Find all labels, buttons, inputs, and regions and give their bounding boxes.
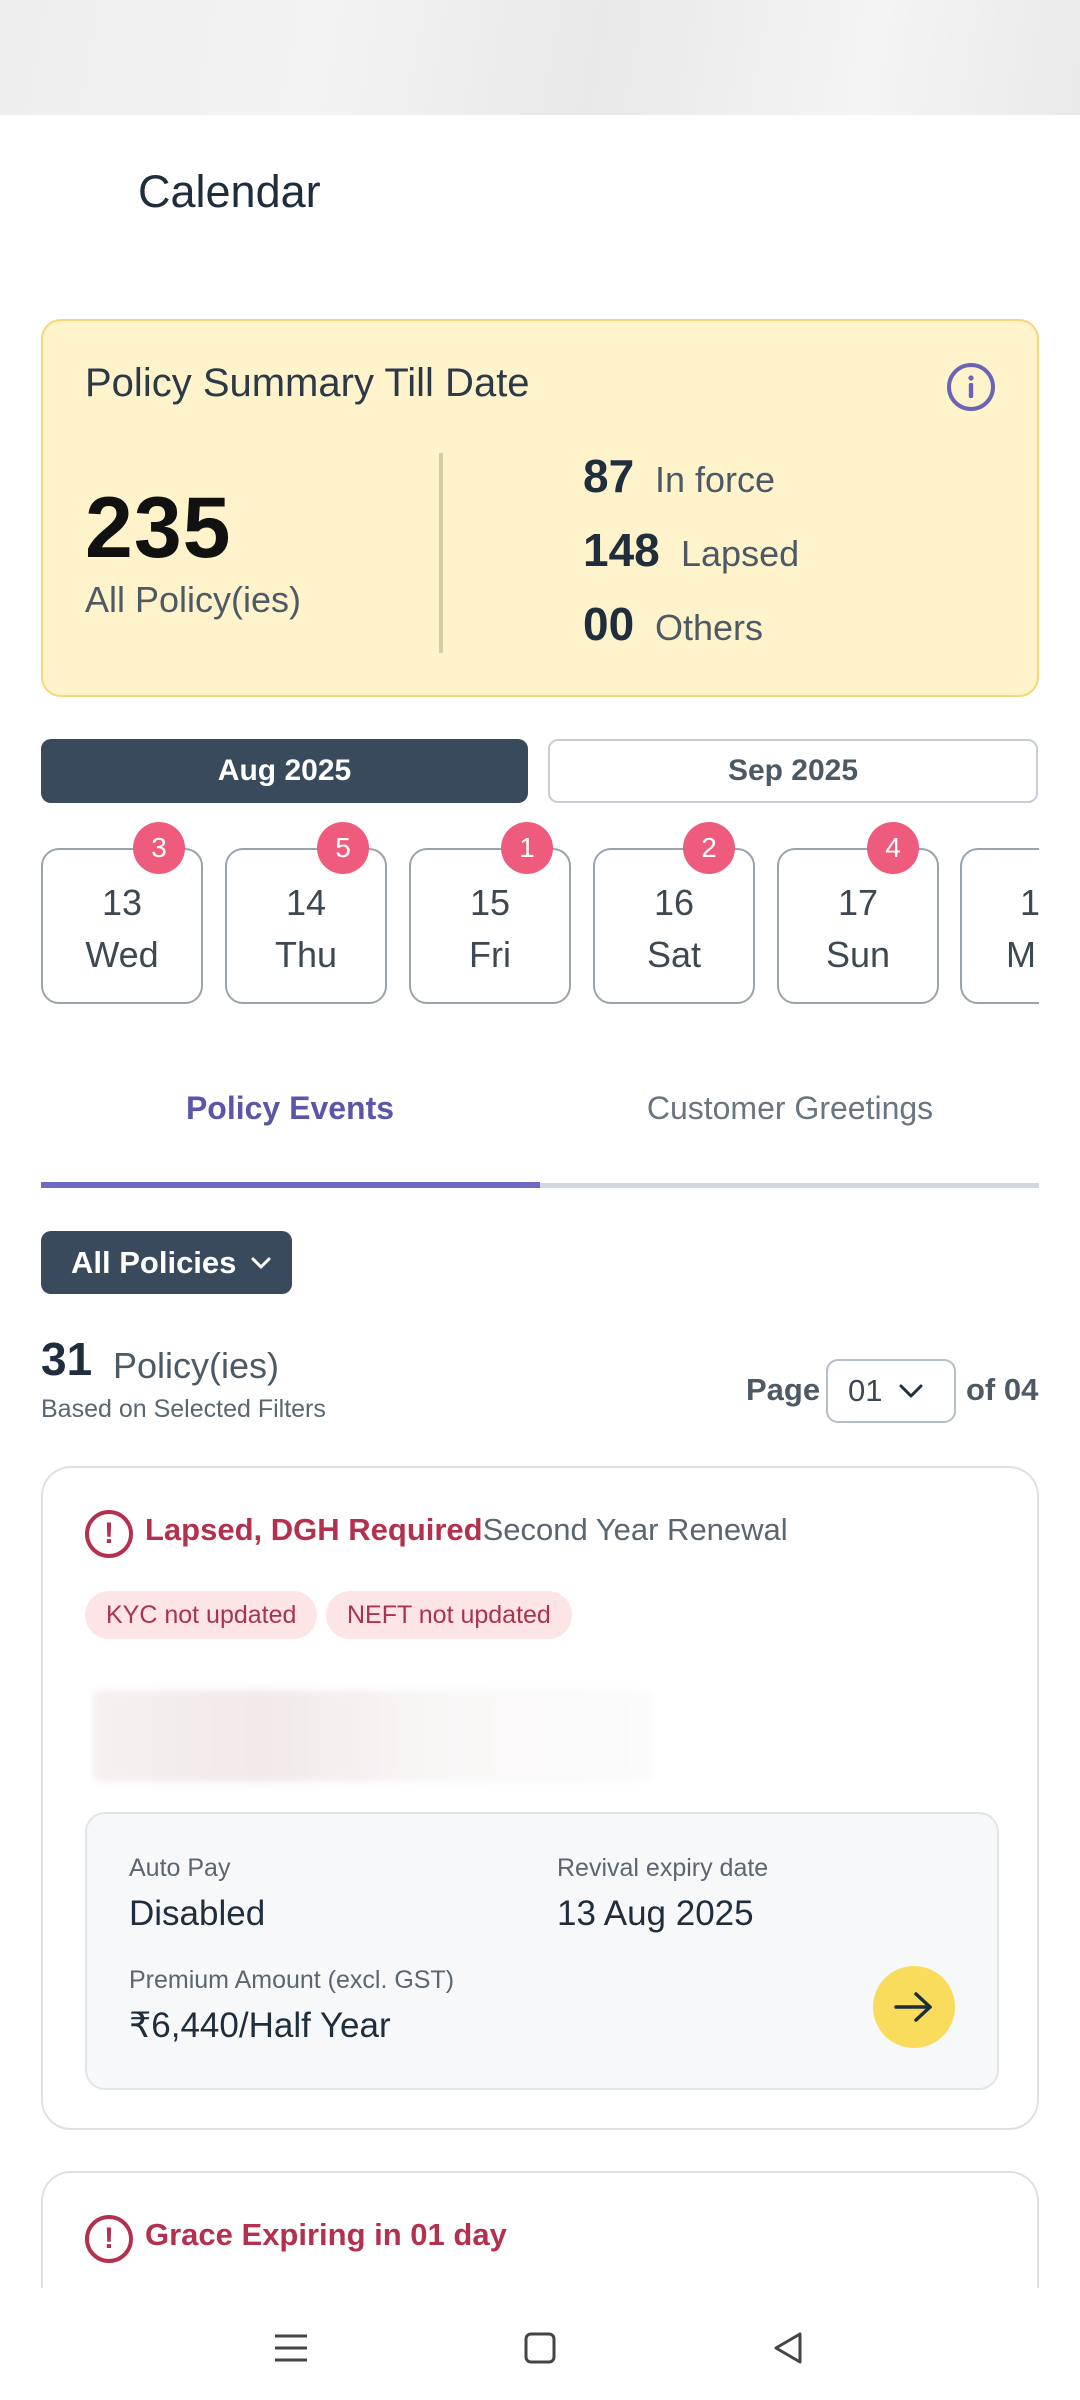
stat-label: In force	[655, 459, 776, 500]
stat-in-force: 87 In force	[583, 449, 775, 503]
stat-number: 87	[583, 450, 635, 502]
stat-label: Others	[655, 607, 764, 648]
page-total: of 04	[966, 1372, 1039, 1407]
home-square-icon[interactable]	[510, 2318, 570, 2378]
date-card[interactable]: 17 Sun	[777, 848, 939, 1004]
policy-status-primary: Lapsed, DGH Required	[145, 1512, 483, 1547]
tab-policy-events[interactable]: Policy Events	[41, 1090, 539, 1127]
page-title: Calendar	[138, 166, 321, 217]
policy-details: Auto Pay Disabled Revival expiry date 13…	[85, 1812, 999, 2090]
stat-lapsed: 148 Lapsed	[583, 523, 799, 577]
premium-value: ₹6,440/Half Year	[129, 2006, 391, 2045]
redacted-customer-name	[93, 1690, 653, 1782]
page-label: Page	[746, 1372, 821, 1407]
policy-summary-card: Policy Summary Till Date 235 All Policy(…	[41, 319, 1039, 697]
chevron-down-icon	[899, 1384, 923, 1398]
stat-label: Lapsed	[681, 533, 800, 574]
tab-customer-greetings[interactable]: Customer Greetings	[541, 1090, 1039, 1127]
date-weekday: Sun	[825, 934, 891, 975]
total-policies-label: All Policy(ies)	[85, 579, 302, 620]
summary-title: Policy Summary Till Date	[85, 361, 530, 405]
all-policies-dropdown[interactable]: All Policies	[41, 1231, 292, 1294]
page-select-value: 01	[848, 1373, 883, 1408]
info-icon[interactable]	[947, 363, 995, 411]
date-strip[interactable]: 13 Wed 3 14 Thu 5 15 Fri 1 16 Sat 2 17 S…	[41, 822, 1039, 1012]
month-tab-sep[interactable]: Sep 2025	[548, 739, 1038, 803]
tab-active-indicator	[41, 1182, 540, 1188]
date-weekday: Wed	[85, 934, 159, 975]
arrow-right-icon	[894, 1992, 932, 2022]
menu-icon[interactable]	[261, 2318, 321, 2378]
system-navigation-bar	[0, 2288, 1080, 2400]
policy-status-primary: Grace Expiring in 01 day	[145, 2217, 507, 2252]
auto-pay-label: Auto Pay	[129, 1854, 231, 1882]
date-weekday: M	[1006, 934, 1036, 975]
date-card[interactable]: 1 M	[960, 848, 1039, 1004]
alert-icon: !	[85, 2215, 133, 2263]
result-count: 31	[41, 1333, 93, 1385]
date-weekday: Sat	[646, 934, 702, 975]
policy-status-secondary: Second Year Renewal	[482, 1512, 788, 1547]
kyc-chip: KYC not updated	[85, 1591, 318, 1639]
date-card[interactable]: 15 Fri	[409, 848, 571, 1004]
date-count-badge: 4	[867, 822, 919, 874]
premium-label: Premium Amount (excl. GST)	[129, 1966, 455, 1994]
date-day: 13	[101, 882, 143, 923]
date-count-badge: 3	[133, 822, 185, 874]
back-triangle-icon[interactable]	[758, 2318, 818, 2378]
date-weekday: Fri	[469, 934, 511, 975]
stat-others: 00 Others	[583, 597, 763, 651]
date-weekday: Thu	[274, 934, 338, 975]
date-day: 15	[469, 882, 511, 923]
date-day: 1	[1020, 882, 1039, 923]
total-policies-count: 235	[85, 480, 232, 576]
status-bar-background	[0, 0, 1080, 115]
stat-number: 148	[583, 524, 660, 576]
result-sub-label: Based on Selected Filters	[41, 1395, 326, 1423]
date-day: 14	[285, 882, 327, 923]
page-select[interactable]: 01	[826, 1359, 956, 1423]
revival-expiry-label: Revival expiry date	[557, 1854, 769, 1882]
date-count-badge: 2	[683, 822, 735, 874]
filter-label: All Policies	[71, 1244, 237, 1280]
auto-pay-value: Disabled	[129, 1894, 266, 1933]
date-count-badge: 1	[501, 822, 553, 874]
chevron-down-icon	[251, 1257, 271, 1268]
date-card[interactable]: 16 Sat	[593, 848, 755, 1004]
policy-card[interactable]: ! Lapsed, DGH Required Second Year Renew…	[41, 1466, 1039, 2130]
stat-number: 00	[583, 598, 635, 650]
summary-divider	[439, 453, 443, 653]
date-day: 17	[837, 882, 879, 923]
result-count-label: Policy(ies)	[113, 1345, 280, 1386]
date-count-badge: 5	[317, 822, 369, 874]
open-policy-button[interactable]	[873, 1966, 955, 2048]
policy-status: Lapsed, DGH Required Second Year Renewal	[145, 1512, 788, 1548]
alert-icon: !	[85, 1510, 133, 1558]
month-tab-aug[interactable]: Aug 2025	[41, 739, 528, 803]
revival-expiry-value: 13 Aug 2025	[557, 1894, 754, 1933]
date-day: 16	[653, 882, 695, 923]
date-card[interactable]: 13 Wed	[41, 848, 203, 1004]
date-card[interactable]: 14 Thu	[225, 848, 387, 1004]
neft-chip: NEFT not updated	[326, 1591, 572, 1639]
